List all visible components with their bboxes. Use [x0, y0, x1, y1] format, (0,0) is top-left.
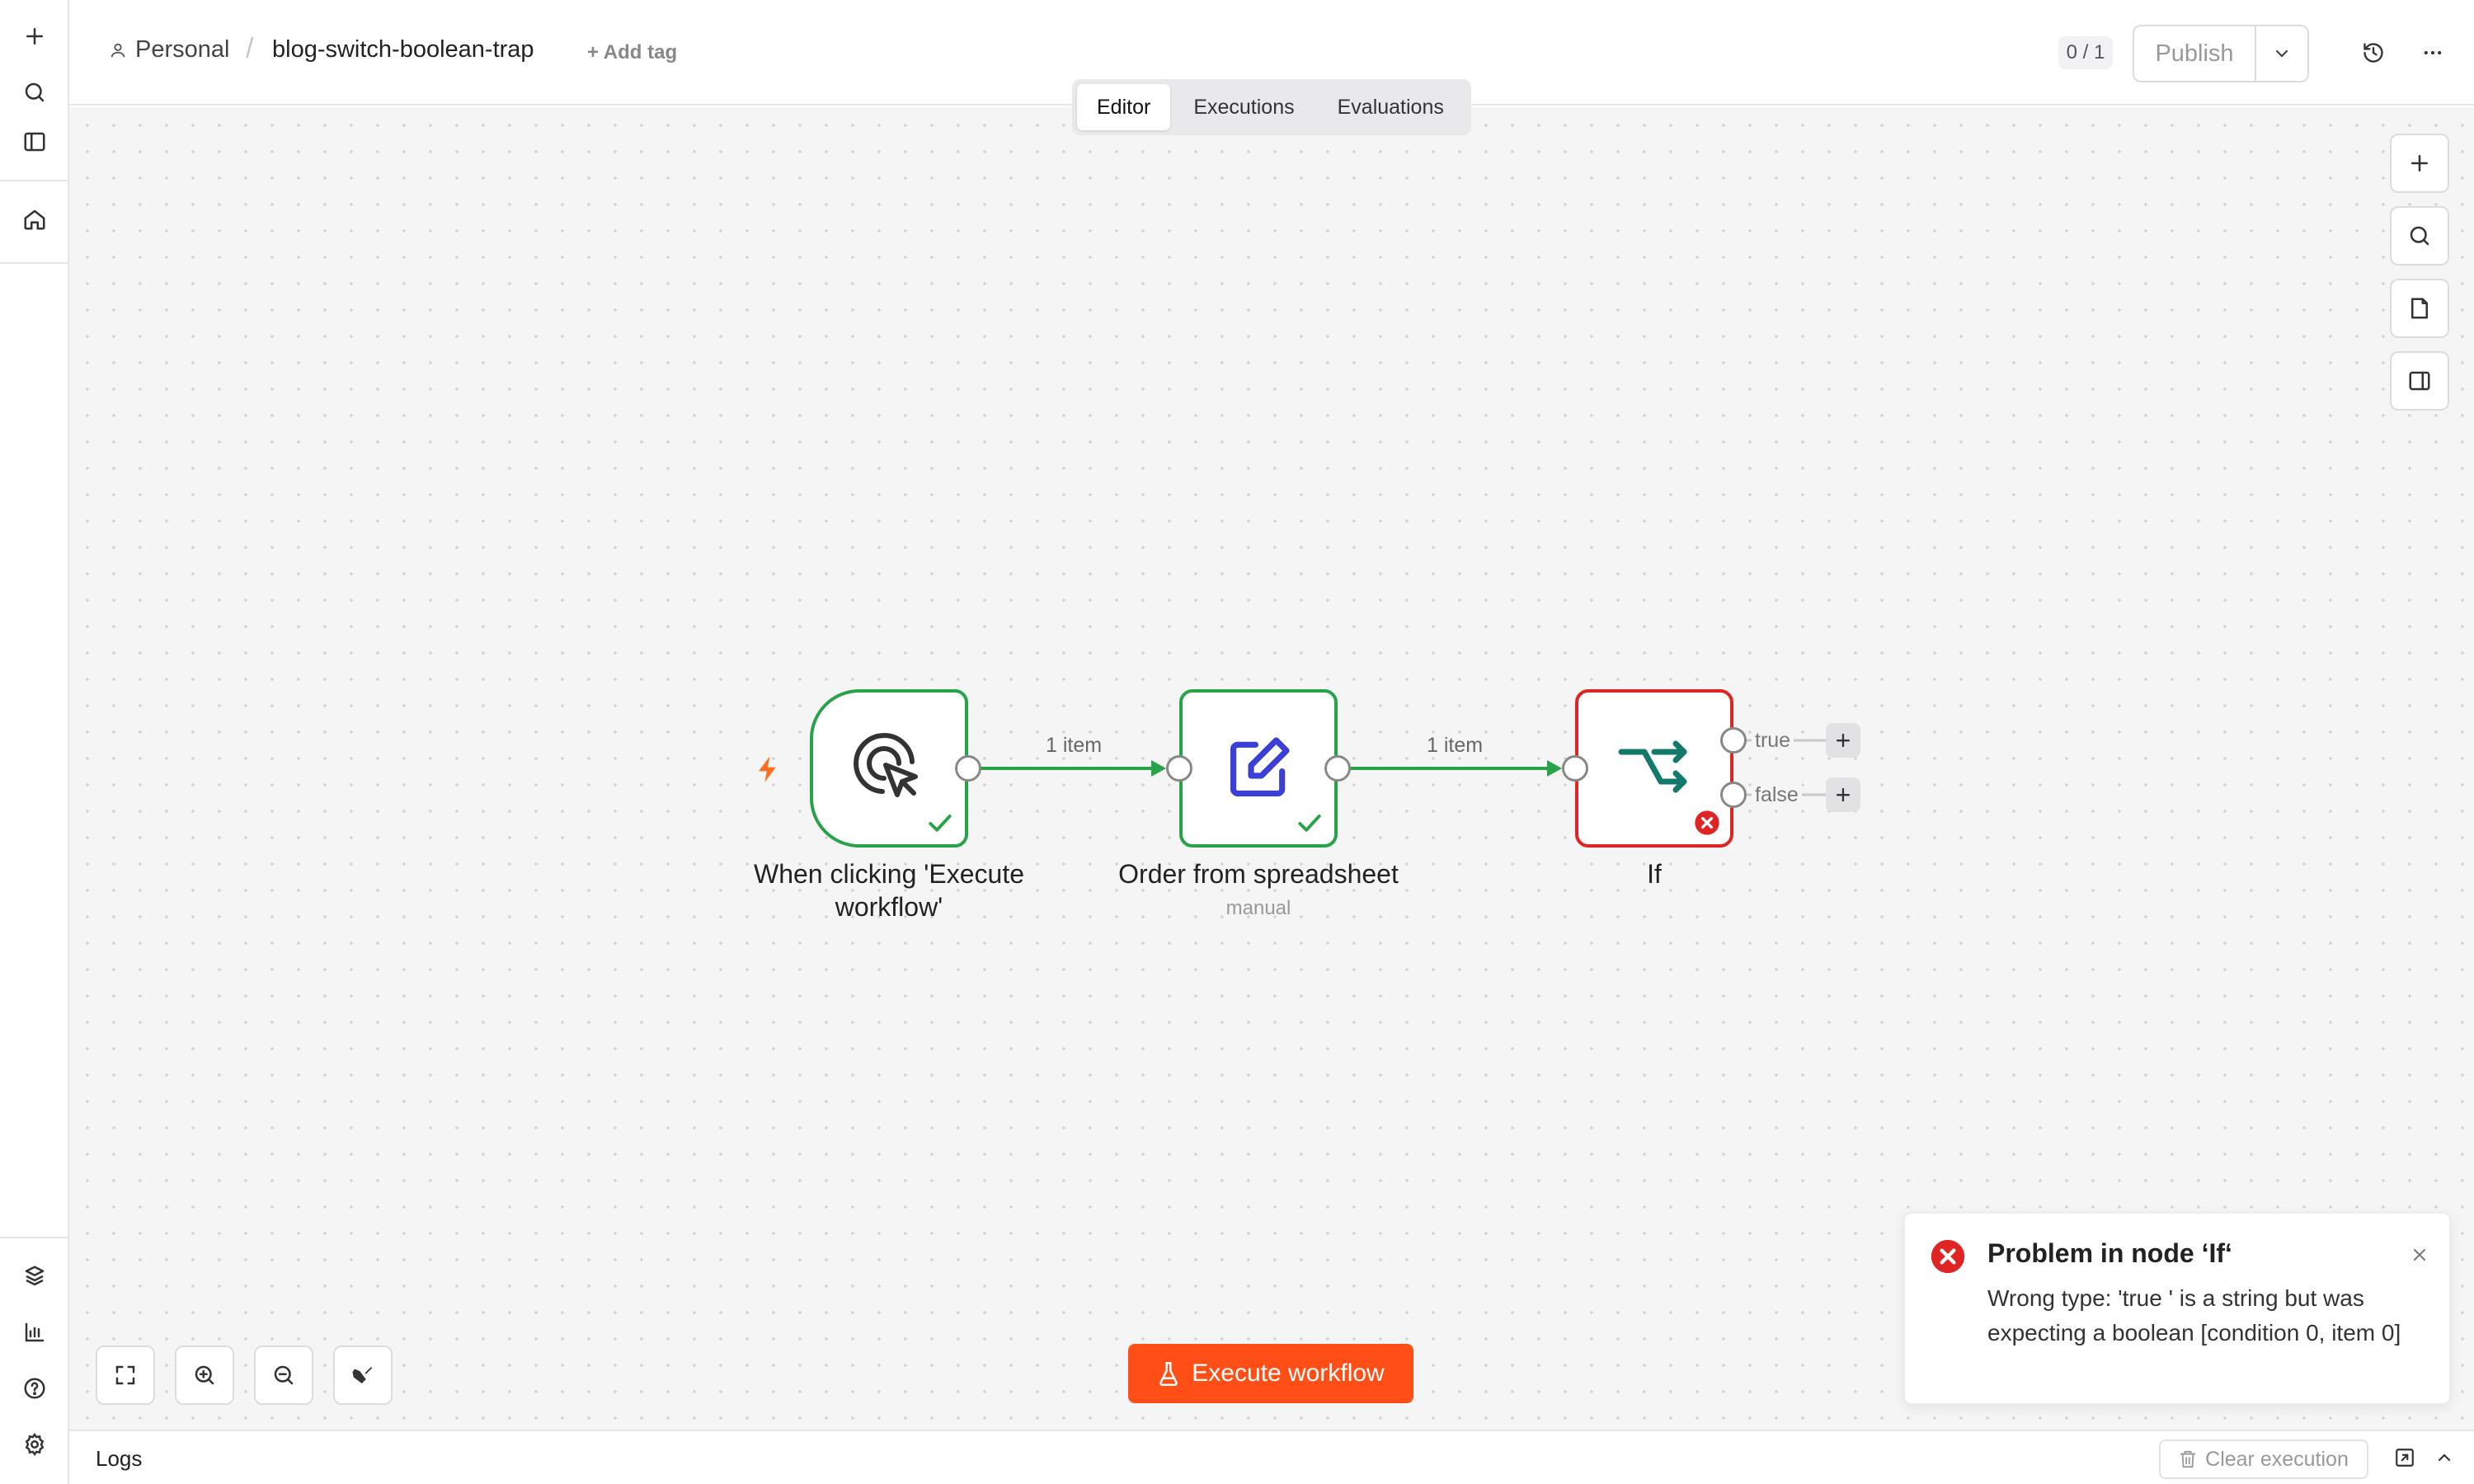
trigger-bolt-icon	[755, 755, 780, 783]
pen-edit-icon	[1230, 737, 1290, 797]
add-node-true-button[interactable]: +	[1826, 723, 1860, 758]
execute-workflow-button[interactable]: Execute workflow	[1128, 1344, 1413, 1403]
trash-icon	[2180, 1450, 2196, 1468]
clear-execution-button[interactable]: Clear execution	[2159, 1439, 2368, 1479]
view-tabs: Editor Executions Evaluations	[1072, 79, 1471, 135]
search-nodes-button[interactable]	[2390, 206, 2449, 265]
zoom-in-icon	[195, 1365, 214, 1385]
add-tag-button[interactable]: + Add tag	[587, 41, 677, 64]
more-options-icon[interactable]	[2413, 33, 2453, 73]
publish-counter-badge: 0 / 1	[2058, 36, 2113, 69]
edge-arrow	[1151, 760, 1166, 777]
insights-icon[interactable]	[15, 1313, 54, 1352]
add-node-false-button[interactable]: +	[1826, 777, 1860, 812]
history-icon[interactable]	[2354, 33, 2393, 73]
settings-icon[interactable]	[15, 1425, 54, 1464]
edge-item-count: 1 item	[1427, 734, 1484, 757]
toast-title: Problem in node ‘If‘	[1987, 1238, 2232, 1268]
publish-button[interactable]: Publish	[2134, 26, 2256, 81]
left-sidebar	[0, 0, 69, 1484]
node-label: When clicking 'Execute workflow'	[753, 859, 1025, 922]
zoom-out-icon	[274, 1365, 294, 1385]
flask-icon	[1159, 1362, 1178, 1386]
chevron-down-icon	[2275, 49, 2288, 58]
close-icon[interactable]	[2410, 1245, 2429, 1265]
branch-icon	[1618, 740, 1687, 793]
output-handle[interactable]	[955, 755, 981, 782]
panel-right-icon	[2409, 371, 2430, 391]
toggle-panel-button[interactable]	[2390, 351, 2449, 411]
chevron-up-icon[interactable]	[2429, 1443, 2459, 1472]
output-label-false: false	[1752, 783, 1802, 807]
node-subtitle: manual	[1225, 897, 1291, 919]
pop-out-icon[interactable]	[2390, 1443, 2420, 1472]
node-if[interactable]	[1575, 689, 1733, 848]
input-handle[interactable]	[1562, 755, 1588, 782]
search-icon	[2410, 226, 2429, 246]
plus-icon	[2411, 155, 2428, 171]
success-check-icon	[1298, 814, 1321, 832]
workflow-canvas[interactable]: When clicking 'Execute workflow' 1 item …	[69, 107, 2474, 1430]
error-toast: Problem in node ‘If‘ Wrong type: 'true '…	[1903, 1212, 2451, 1405]
node-manual-trigger[interactable]	[810, 689, 968, 848]
execute-workflow-label: Execute workflow	[1192, 1360, 1385, 1387]
edge-arrow	[1547, 760, 1562, 777]
toast-message: Wrong type: 'true ' is a string but was …	[1987, 1285, 2401, 1345]
breadcrumb-owner[interactable]: Personal	[109, 36, 229, 63]
publish-button-group: Publish	[2133, 25, 2309, 82]
output-handle-false[interactable]	[1720, 782, 1747, 808]
tab-evaluations[interactable]: Evaluations	[1318, 84, 1464, 130]
node-label: Order from spreadsheet	[1118, 859, 1399, 889]
owner-label: Personal	[135, 36, 230, 63]
output-handle-true[interactable]	[1720, 727, 1747, 754]
workflow-name[interactable]: blog-switch-boolean-trap	[272, 36, 534, 63]
broom-icon	[352, 1367, 373, 1383]
search-icon[interactable]	[15, 73, 54, 112]
clear-execution-label: Clear execution	[2205, 1447, 2349, 1471]
logs-title: Logs	[96, 1446, 143, 1471]
sidebar-toggle-icon[interactable]	[15, 122, 54, 162]
home-icon[interactable]	[15, 200, 54, 239]
add-node-button[interactable]	[2390, 134, 2449, 193]
cursor-click-icon	[854, 733, 918, 797]
publish-dropdown-button[interactable]	[2256, 26, 2307, 81]
node-order-from-spreadsheet[interactable]	[1179, 689, 1338, 848]
logs-panel[interactable]: Logs Clear execution	[69, 1430, 2474, 1484]
fit-view-button[interactable]	[96, 1345, 155, 1405]
breadcrumb-separator: /	[246, 33, 254, 64]
output-label-true: true	[1752, 729, 1794, 753]
fit-view-icon	[115, 1365, 135, 1385]
tidy-up-button[interactable]	[333, 1345, 393, 1405]
tab-editor[interactable]: Editor	[1077, 84, 1171, 130]
plus-icon[interactable]	[15, 16, 54, 56]
edge-item-count: 1 item	[1046, 734, 1103, 757]
error-x-icon	[1695, 810, 1719, 835]
zoom-in-button[interactable]	[175, 1345, 234, 1405]
sticky-note-icon	[2411, 298, 2428, 319]
sticky-note-button[interactable]	[2390, 279, 2449, 338]
success-check-icon	[929, 814, 952, 832]
help-icon[interactable]	[15, 1369, 54, 1408]
node-label: If	[1647, 859, 1662, 889]
output-handle[interactable]	[1324, 755, 1351, 782]
input-handle[interactable]	[1166, 755, 1192, 782]
tab-executions[interactable]: Executions	[1174, 84, 1314, 130]
zoom-out-button[interactable]	[254, 1345, 313, 1405]
error-icon	[1930, 1238, 1966, 1275]
templates-icon[interactable]	[15, 1256, 54, 1296]
user-icon	[111, 43, 125, 57]
